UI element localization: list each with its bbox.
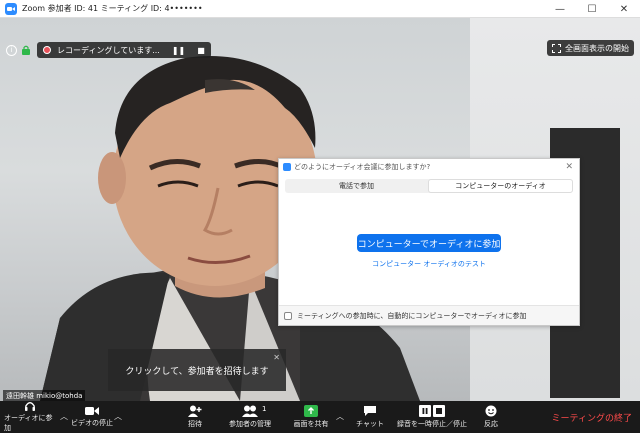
recording-indicator: レコーディングしています... ❚❚ ■ xyxy=(37,42,211,58)
maximize-button[interactable]: ☐ xyxy=(576,0,608,18)
video-options-chevron-icon[interactable]: ︿ xyxy=(114,411,122,422)
manage-participants-label: 参加者の管理 xyxy=(229,420,271,428)
fullscreen-label: 全画面表示の開始 xyxy=(565,43,629,53)
pause-stop-icon xyxy=(419,405,445,417)
dialog-title: どのようにオーディオ会議に参加しますか? xyxy=(294,163,431,171)
participant-count-badge: 1 xyxy=(262,405,267,413)
window-controls: — ☐ ✕ xyxy=(544,0,640,18)
reactions-label: 反応 xyxy=(484,420,498,428)
fullscreen-icon xyxy=(552,43,561,53)
minimize-button[interactable]: — xyxy=(544,0,576,18)
chat-label: チャット xyxy=(356,420,384,428)
add-person-icon xyxy=(188,405,202,417)
audio-tabs: 電話で参加 コンピューターのオーディオ xyxy=(285,179,573,193)
reactions-button[interactable]: 反応 xyxy=(478,401,504,433)
emoji-icon xyxy=(485,405,497,417)
chat-button[interactable]: チャット xyxy=(355,401,385,433)
stop-video-button[interactable]: ビデオの停止 xyxy=(70,401,114,433)
manage-participants-button[interactable]: 参加者の管理 xyxy=(226,401,274,433)
meeting-toolbar: オーディオに参加 ︿ ビデオの停止 ︿ 招待 参加者の管理 1 画面を共有 ︿ … xyxy=(0,401,640,433)
lock-icon[interactable] xyxy=(21,45,31,56)
meeting-status-overlay: i レコーディングしています... ❚❚ ■ xyxy=(6,42,211,58)
join-computer-audio-button[interactable]: コンピューターでオーディオに参加 xyxy=(357,234,501,252)
pause-stop-recording-button[interactable]: 録音を一時停止／停止 xyxy=(394,401,470,433)
tab-computer-audio[interactable]: コンピューターのオーディオ xyxy=(428,179,573,193)
join-audio-label: オーディオに参加 xyxy=(4,414,53,432)
fullscreen-button[interactable]: 全画面表示の開始 xyxy=(547,40,634,56)
audio-join-dialog: どのようにオーディオ会議に参加しますか? ✕ 電話で参加 コンピューターのオーデ… xyxy=(278,158,580,326)
join-audio-button[interactable]: オーディオに参加 xyxy=(4,401,56,433)
recording-dot-icon xyxy=(43,46,51,54)
auto-join-audio-checkbox[interactable] xyxy=(284,311,292,320)
video-camera-icon xyxy=(85,407,99,415)
dialog-header: どのようにオーディオ会議に参加しますか? xyxy=(279,159,579,175)
window-titlebar: Zoom 参加者 ID: 41 ミーティング ID: 4••••••• — ☐ … xyxy=(0,0,640,18)
stop-recording-icon[interactable]: ■ xyxy=(197,46,205,55)
participants-icon xyxy=(242,405,258,417)
end-meeting-button[interactable]: ミーティングの終了 xyxy=(552,411,632,424)
pause-recording-icon[interactable]: ❚❚ xyxy=(172,46,185,55)
invite-tooltip-text: クリックして、参加者を招待します xyxy=(125,366,269,377)
invite-tooltip[interactable]: クリックして、参加者を招待します ✕ xyxy=(108,349,286,391)
info-icon[interactable]: i xyxy=(6,44,17,56)
zoom-small-icon xyxy=(283,163,291,171)
chat-icon xyxy=(364,406,376,416)
invite-button[interactable]: 招待 xyxy=(180,401,210,433)
window-title: Zoom 参加者 ID: 41 ミーティング ID: 4••••••• xyxy=(22,4,203,13)
stop-video-label: ビデオの停止 xyxy=(71,419,113,427)
close-window-button[interactable]: ✕ xyxy=(608,0,640,18)
tooltip-close-icon[interactable]: ✕ xyxy=(273,353,280,362)
auto-join-audio-label: ミーティングへの参加時に、自動的にコンピューターでオーディオに参加 xyxy=(297,311,527,320)
share-screen-label: 画面を共有 xyxy=(293,420,329,428)
share-screen-icon xyxy=(304,405,318,417)
dialog-footer: ミーティングへの参加時に、自動的にコンピューターでオーディオに参加 xyxy=(279,305,579,325)
share-options-chevron-icon[interactable]: ︿ xyxy=(336,411,344,422)
invite-label: 招待 xyxy=(188,420,202,428)
tab-phone[interactable]: 電話で参加 xyxy=(285,179,428,193)
test-computer-audio-link[interactable]: コンピューター オーディオのテスト xyxy=(279,259,579,269)
pause-stop-recording-label: 録音を一時停止／停止 xyxy=(397,420,467,428)
zoom-app-icon xyxy=(5,2,17,15)
close-icon[interactable]: ✕ xyxy=(565,162,573,172)
recording-status-text: レコーディングしています... xyxy=(57,45,160,55)
share-screen-button[interactable]: 画面を共有 xyxy=(290,401,332,433)
audio-options-chevron-icon[interactable]: ︿ xyxy=(60,411,68,422)
headphones-icon xyxy=(25,402,35,411)
